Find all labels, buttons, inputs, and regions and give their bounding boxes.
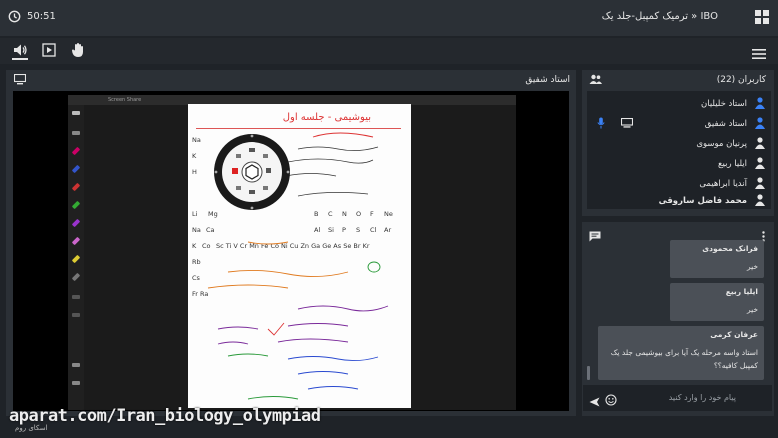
watermark-logo-text: اسکای روم <box>15 424 48 432</box>
svg-text:C: C <box>328 210 333 218</box>
user-row[interactable]: ایلیا ربیع <box>589 154 765 174</box>
svg-text:Ca: Ca <box>206 226 215 234</box>
tool-add[interactable] <box>72 363 80 367</box>
svg-text:N: N <box>342 210 347 218</box>
tool-delete[interactable] <box>72 381 80 385</box>
user-name: ایلیا ربیع <box>718 159 747 169</box>
radial-pen-menu[interactable] <box>212 132 292 212</box>
watermark-url: aparat.com/Iran_biology_olympiad <box>9 406 321 426</box>
presentation-header: استاد شفیق <box>6 70 576 90</box>
svg-text:O: O <box>356 210 361 218</box>
svg-text:P: P <box>342 226 346 234</box>
user-name: استاد خلیلیان <box>701 99 747 109</box>
drawing-tool-sidebar <box>68 105 84 410</box>
chat-message: فرانک محمودی خیر <box>670 240 764 278</box>
handwritten-notes-page: بیوشیمی - جلسه اول Na K H Li Mg Na Ca K Co Sc … <box>188 104 411 408</box>
svg-text:Cl: Cl <box>370 226 377 234</box>
svg-text:K: K <box>192 242 197 250</box>
users-list: استاد خلیلیان استاد شفیق پرنیان موسوی ای… <box>587 91 771 209</box>
apps-grid-icon[interactable] <box>754 9 770 29</box>
svg-text:Rb: Rb <box>192 258 201 266</box>
message-author: ایلیا ربیع <box>725 287 758 296</box>
svg-text:Li: Li <box>192 210 198 218</box>
eraser-tool[interactable] <box>71 272 81 282</box>
chat-input-field[interactable]: پیام خود را وارد کنید <box>669 393 736 402</box>
tool-line[interactable] <box>72 313 80 317</box>
svg-text:B: B <box>314 210 318 218</box>
chat-messages: فرانک محمودی خیر ایلیا ربیع خیر عرفان کر… <box>583 240 772 382</box>
microphone-icon <box>597 117 605 132</box>
user-icon <box>755 177 765 192</box>
menu-icon[interactable] <box>752 45 766 64</box>
svg-text:Cs: Cs <box>192 274 201 282</box>
message-text: استاد واسه مرحله یک آیا برای بیوشیمی جلد… <box>610 348 758 370</box>
presenter-name: استاد شفیق <box>525 75 570 85</box>
chat-message: عرفان کرمی استاد واسه مرحله یک آیا برای … <box>598 326 764 380</box>
group-icon <box>589 74 602 88</box>
pen-tool-1[interactable] <box>71 146 81 156</box>
clock-icon <box>8 10 21 23</box>
user-row[interactable]: محمد فاضل ساروقی <box>589 191 765 211</box>
user-name: پرنیان موسوی <box>696 139 747 149</box>
room-title: IBO « ترمیک کمپبل-جلد یک <box>601 11 718 22</box>
chat-scrollbar[interactable] <box>587 366 590 380</box>
tool-menu[interactable] <box>72 111 80 115</box>
svg-text:Na: Na <box>192 226 201 234</box>
pen-tool-2[interactable] <box>71 164 81 174</box>
session-timer: 50:51 <box>8 10 56 23</box>
top-bar: 50:51 IBO « ترمیک کمپبل-جلد یک <box>0 0 778 36</box>
message-author: فرانک محمودی <box>702 244 758 253</box>
user-row[interactable]: استاد خلیلیان <box>589 94 765 114</box>
pen-tool-7[interactable] <box>71 254 81 264</box>
user-row[interactable]: پرنیان موسوی <box>589 134 765 154</box>
emoji-icon[interactable] <box>605 391 617 410</box>
users-count-title: کاربران (22) <box>716 75 766 85</box>
user-name: محمد فاضل ساروقی <box>658 196 747 206</box>
media-toolbar <box>0 38 778 64</box>
user-icon <box>755 117 765 132</box>
pen-tool-3[interactable] <box>71 182 81 192</box>
pen-tool-4[interactable] <box>71 200 81 210</box>
timer-text: 50:51 <box>27 11 56 22</box>
pen-tool-5[interactable] <box>71 218 81 228</box>
users-header: کاربران (22) <box>582 70 774 90</box>
speaker-active-indicator <box>12 58 28 60</box>
svg-text:Al: Al <box>314 226 320 234</box>
raise-hand-icon[interactable] <box>71 42 85 62</box>
svg-text:Sc Ti V Cr Mn Fe Co Ni Cu Zn G: Sc Ti V Cr Mn Fe Co Ni Cu Zn Ga Ge As Se… <box>216 242 370 250</box>
message-author: عرفان کرمی <box>710 330 758 339</box>
screen-share-icon <box>620 117 634 131</box>
message-text: خیر <box>746 262 758 271</box>
svg-text:Si: Si <box>328 226 334 234</box>
svg-text:Ar: Ar <box>384 226 391 234</box>
svg-text:F: F <box>370 210 374 218</box>
svg-text:Na: Na <box>192 136 201 144</box>
svg-text:Ne: Ne <box>384 210 393 218</box>
tool-page[interactable] <box>72 131 80 135</box>
send-icon[interactable] <box>589 392 600 411</box>
pen-tool-6[interactable] <box>71 236 81 246</box>
message-text: خیر <box>746 305 758 314</box>
user-name: استاد شفیق <box>704 119 747 129</box>
svg-text:S: S <box>356 226 360 234</box>
user-icon <box>755 194 765 209</box>
user-icon <box>755 157 765 172</box>
user-icon <box>755 137 765 152</box>
chat-input-bar: پیام خود را وارد کنید <box>583 385 772 411</box>
svg-text:K: K <box>192 152 197 160</box>
tool-shape[interactable] <box>72 295 80 299</box>
svg-text:Fr Ra: Fr Ra <box>192 290 208 298</box>
chat-message: ایلیا ربیع خیر <box>670 283 764 321</box>
play-media-icon[interactable] <box>42 42 56 61</box>
user-name: آندیا ابراهیمی <box>699 179 747 189</box>
shared-screen-title: Screen Share <box>108 97 142 103</box>
svg-text:H: H <box>192 168 197 176</box>
monitor-icon <box>13 73 27 88</box>
user-icon <box>755 97 765 112</box>
svg-text:Co: Co <box>202 242 211 250</box>
user-row[interactable]: استاد شفیق <box>589 114 765 134</box>
